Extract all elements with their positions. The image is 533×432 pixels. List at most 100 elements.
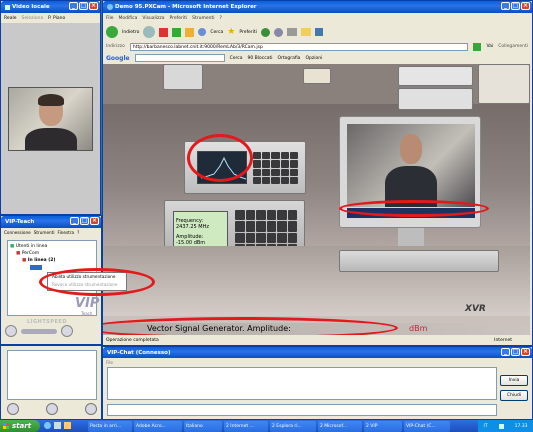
maximize-button[interactable]: □ — [79, 2, 88, 10]
taskbar-item-language[interactable]: Italiano — [184, 420, 222, 432]
google-logo: Google — [106, 54, 130, 62]
stop-icon[interactable] — [159, 27, 169, 37]
shelf-instrument-4 — [398, 88, 473, 110]
menu-help[interactable]: ? — [219, 16, 221, 21]
tree-online[interactable]: ■ In linea (2) — [10, 257, 94, 264]
close-chat-button[interactable]: Chiudi — [500, 390, 528, 401]
history-icon[interactable] — [260, 27, 270, 37]
chat-message-input[interactable] — [107, 404, 497, 416]
taskbar-item-internet[interactable]: 2 Internet ... — [224, 420, 268, 432]
go-button[interactable]: Vai — [486, 44, 493, 49]
folder-icon[interactable] — [300, 28, 311, 36]
menu-connection[interactable]: Connessione — [4, 230, 31, 235]
video-window-title: Video locale — [12, 4, 50, 10]
close-button[interactable]: × — [521, 2, 530, 10]
chat-title-bar[interactable]: VIP-Chat (Connesso) _ □ × — [103, 347, 532, 358]
zone-text: Internet — [494, 337, 512, 343]
real-button[interactable]: Reale — [4, 16, 16, 21]
ie-address-bar: Indirizzo http://barbanesco.labnet.cnit.… — [103, 41, 532, 52]
mail-icon[interactable] — [273, 27, 283, 37]
system-tray: IT 17.33 — [478, 420, 533, 432]
taskbar-item-explorer[interactable]: 2 Esplora ri... — [270, 420, 316, 432]
home-icon[interactable] — [185, 27, 195, 37]
left-panel-controls — [7, 403, 97, 417]
taskbar-item-mail[interactable]: Posta in arri... — [88, 420, 132, 432]
video-title-bar[interactable]: Video locale _ □ × — [1, 1, 100, 13]
start-button[interactable]: start — [0, 420, 40, 432]
minimize-button[interactable]: _ — [501, 348, 510, 356]
vip-title-bar[interactable]: VIP-Teach _ □ × — [1, 216, 101, 228]
menu-window[interactable]: Finestra — [58, 230, 75, 235]
settings-icon[interactable] — [61, 325, 73, 337]
go-icon[interactable] — [473, 42, 482, 51]
back-label[interactable]: Indietro — [122, 30, 139, 35]
google-search-input[interactable] — [134, 54, 225, 62]
messenger-icon[interactable] — [314, 28, 323, 36]
maximize-button[interactable]: □ — [511, 2, 520, 10]
spell-check-button[interactable]: Ortografia — [277, 56, 300, 61]
speaker-icon[interactable] — [46, 403, 58, 415]
forward-icon[interactable] — [143, 26, 156, 38]
microphone-icon[interactable] — [7, 403, 19, 415]
connect-icon[interactable] — [5, 325, 17, 337]
status-text: Operazione completata — [106, 337, 159, 343]
search-icon[interactable] — [198, 28, 207, 36]
links-label[interactable]: Collegamenti — [498, 44, 528, 49]
menu-edit[interactable]: Modifica — [119, 16, 138, 21]
close-button[interactable]: × — [90, 217, 99, 225]
mail-quicklaunch-icon[interactable] — [64, 422, 71, 429]
close-button[interactable]: × — [521, 348, 530, 356]
address-input[interactable]: http://barbanesco.labnet.cnit.it:9000/Re… — [129, 42, 469, 51]
ie-quicklaunch-icon[interactable] — [44, 422, 51, 429]
minimize-button[interactable]: _ — [501, 2, 510, 10]
tree-group[interactable]: ■ PerCom — [10, 250, 94, 257]
refresh-icon[interactable] — [172, 27, 182, 37]
chat-menu-file[interactable]: File — [106, 360, 113, 365]
minimize-button[interactable]: _ — [70, 217, 79, 225]
volume-slider[interactable] — [21, 328, 57, 334]
send-button[interactable]: Invia — [500, 375, 528, 386]
search-label[interactable]: Cerca — [210, 30, 223, 35]
google-search-button[interactable]: Cerca — [230, 56, 243, 61]
favorites-icon[interactable]: ★ — [227, 27, 235, 37]
maximize-button[interactable]: □ — [511, 348, 520, 356]
vip-window-title: VIP-Teach — [5, 219, 35, 225]
remote-video-feed — [347, 124, 475, 207]
tree-root[interactable]: ■ Utenti in linea — [10, 243, 94, 250]
ie-toolbar: Indietro Cerca ★ Preferiti — [103, 23, 532, 41]
taskbar-item-acrobat[interactable]: Adobe Acro... — [134, 420, 182, 432]
chat-window-title: VIP-Chat (Connesso) — [107, 349, 171, 356]
taskbar-item-microsoft[interactable]: 2 Microsof... — [318, 420, 362, 432]
highlight-analyzer-screen — [187, 134, 253, 182]
local-video-feed — [8, 87, 93, 151]
highlight-readout-bar — [339, 200, 489, 217]
close-button[interactable]: × — [89, 2, 98, 10]
ie-title-bar[interactable]: Demo 95.PXCam - Microsoft Internet Explo… — [103, 1, 532, 13]
analyzer-keypad[interactable] — [253, 152, 298, 184]
teacher-head — [400, 134, 422, 164]
favorites-label[interactable]: Preferiti — [239, 30, 257, 35]
taskbar-item-vip-chat[interactable]: VIP-Chat (C... — [404, 420, 450, 432]
select-button[interactable]: Seleziona — [21, 16, 43, 21]
desktop-quicklaunch-icon[interactable] — [54, 422, 61, 429]
maximize-button[interactable]: □ — [80, 217, 89, 225]
options-button[interactable]: Opzioni — [305, 56, 322, 61]
minimize-button[interactable]: _ — [69, 2, 78, 10]
menu-file[interactable]: File — [106, 16, 114, 21]
menu-instruments[interactable]: Strumenti — [34, 230, 55, 235]
language-indicator[interactable]: IT — [484, 424, 488, 429]
vip-controls — [5, 324, 99, 338]
taskbar-item-vip[interactable]: 2 VIP — [364, 420, 402, 432]
print-icon[interactable] — [286, 28, 297, 36]
back-icon[interactable] — [106, 26, 118, 38]
menu-favorites[interactable]: Preferiti — [170, 16, 188, 21]
menu-tools[interactable]: Strumenti — [192, 16, 214, 21]
menu-help[interactable]: ? — [77, 230, 79, 235]
popup-blocker-button[interactable]: 90 Bloccati — [248, 56, 273, 61]
menu-view[interactable]: Visualizza — [142, 16, 164, 21]
video-icon[interactable] — [85, 403, 97, 415]
fullscreen-button[interactable]: P. Piano — [48, 16, 65, 21]
person-hair — [38, 94, 64, 106]
network-icon[interactable] — [498, 423, 504, 429]
virtual-lab-scene[interactable]: Frequency: 2437.25 MHz Amplitude: -15.00… — [103, 64, 530, 335]
